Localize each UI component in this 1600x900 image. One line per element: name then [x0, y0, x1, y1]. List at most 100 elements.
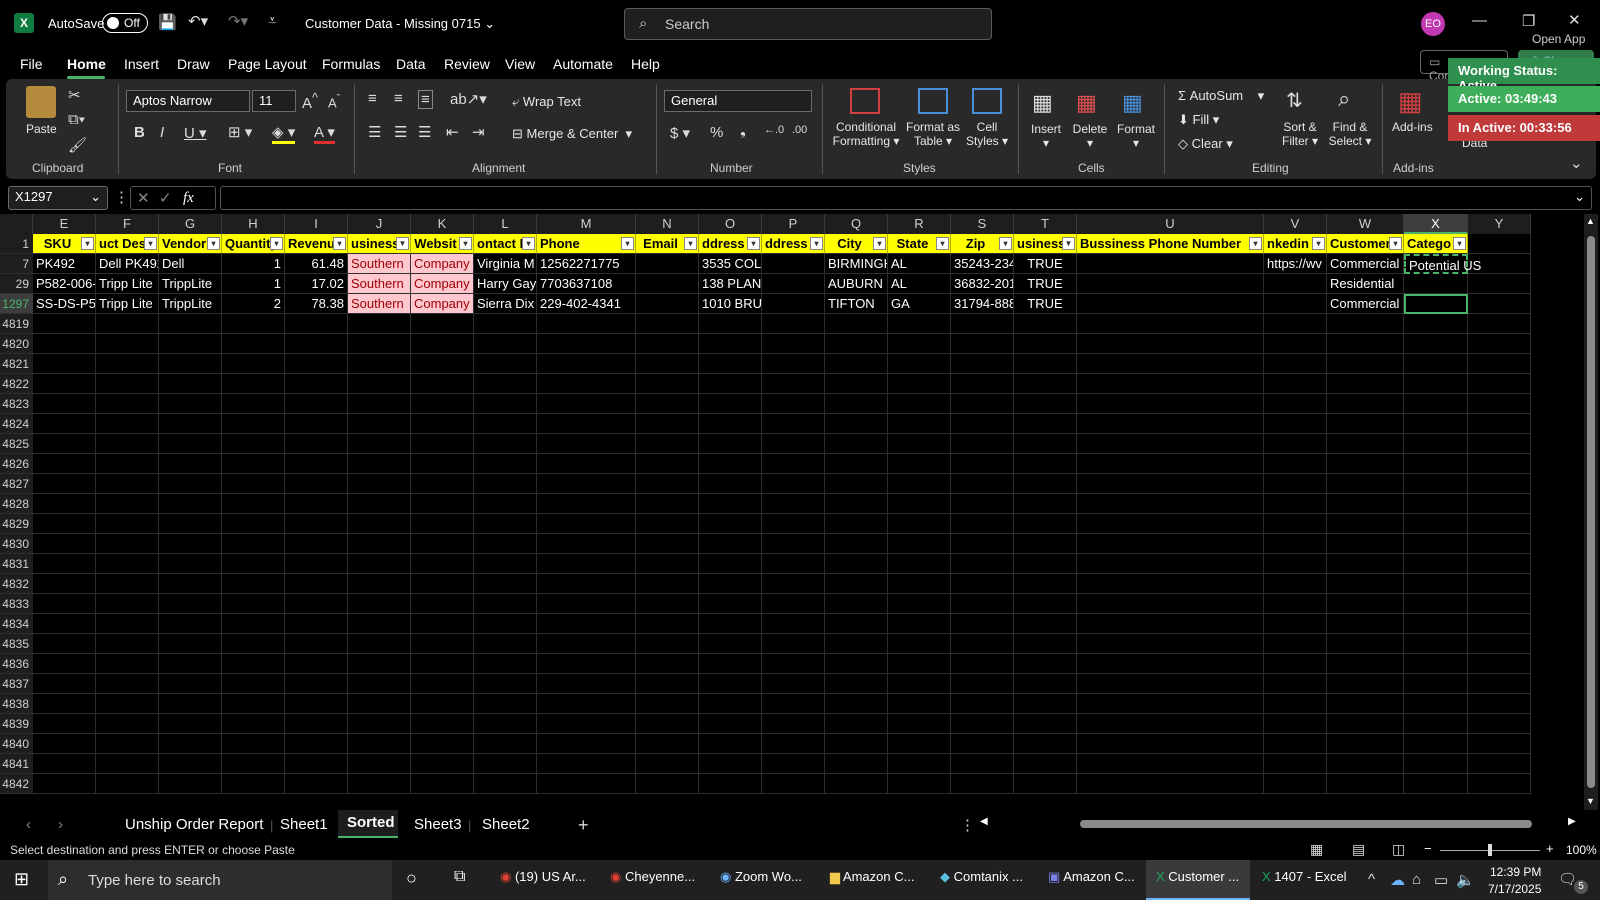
cell[interactable]	[1468, 674, 1531, 694]
cell[interactable]: Dell	[159, 254, 222, 274]
cell[interactable]	[1468, 574, 1531, 594]
cell[interactable]	[96, 554, 159, 574]
cell[interactable]: https://wv	[1264, 254, 1327, 274]
cell[interactable]	[1077, 454, 1264, 474]
cell[interactable]	[537, 694, 636, 714]
filter-dropdown-icon[interactable]: ▾	[1453, 237, 1466, 250]
cell[interactable]: Tripp Lite	[96, 274, 159, 294]
cell-styles-icon[interactable]	[972, 88, 1002, 114]
column-header-cell[interactable]: Bussiness Phone Number ▾	[1077, 234, 1264, 254]
cell[interactable]	[159, 414, 222, 434]
column-header-cell[interactable]: City ▾	[825, 234, 888, 254]
cell[interactable]	[825, 534, 888, 554]
row-header[interactable]: 4821	[0, 354, 33, 374]
column-header[interactable]: L	[474, 214, 537, 234]
cell[interactable]	[951, 414, 1014, 434]
volume-icon[interactable]: 🔈	[1456, 871, 1475, 889]
cell[interactable]	[159, 694, 222, 714]
taskbar-zoom[interactable]: ◉ Zoom Wo...	[720, 869, 802, 885]
cell[interactable]	[537, 554, 636, 574]
cell[interactable]	[1014, 314, 1077, 334]
cell[interactable]	[699, 654, 762, 674]
conditional-formatting-button[interactable]: Conditional Formatting ▾	[830, 120, 902, 148]
cell[interactable]	[762, 594, 825, 614]
cell[interactable]	[699, 774, 762, 794]
cell[interactable]	[1077, 574, 1264, 594]
cell[interactable]	[1077, 374, 1264, 394]
tab-sheet2[interactable]: Sheet2	[482, 816, 530, 833]
cell[interactable]	[33, 414, 96, 434]
cell[interactable]	[762, 494, 825, 514]
cell[interactable]	[348, 314, 411, 334]
taskbar-search[interactable]: ⌕ Type here to search	[48, 860, 392, 900]
cell[interactable]	[1327, 614, 1404, 634]
cell[interactable]	[636, 314, 699, 334]
cell[interactable]	[1468, 294, 1531, 314]
row-header[interactable]: 4841	[0, 754, 33, 774]
cell[interactable]	[951, 554, 1014, 574]
delete-cells-button[interactable]: Delete ▾	[1068, 122, 1112, 150]
cell[interactable]	[474, 674, 537, 694]
cell[interactable]	[348, 334, 411, 354]
cell[interactable]	[1327, 394, 1404, 414]
row-header[interactable]: 4825	[0, 434, 33, 454]
cell[interactable]	[1264, 734, 1327, 754]
zoom-level[interactable]: 100%	[1566, 843, 1597, 857]
align-top-icon[interactable]: ≡	[368, 90, 377, 107]
cell[interactable]	[636, 294, 699, 314]
cell[interactable]	[1404, 494, 1468, 514]
cell[interactable]	[96, 574, 159, 594]
cell[interactable]	[222, 694, 285, 714]
cell[interactable]	[1264, 574, 1327, 594]
cell[interactable]	[33, 354, 96, 374]
cancel-icon[interactable]: ✕	[137, 189, 150, 207]
cell[interactable]	[96, 714, 159, 734]
cell[interactable]	[825, 514, 888, 534]
cell[interactable]	[699, 514, 762, 534]
cell[interactable]	[951, 534, 1014, 554]
cell[interactable]	[285, 694, 348, 714]
cell[interactable]	[222, 534, 285, 554]
cell[interactable]	[1404, 354, 1468, 374]
cell[interactable]	[96, 534, 159, 554]
cell[interactable]: 3535 COLC	[699, 254, 762, 274]
cell[interactable]	[411, 434, 474, 454]
cell[interactable]	[636, 754, 699, 774]
cell[interactable]: Sierra Dix	[474, 294, 537, 314]
open-app-button[interactable]: Open App	[1532, 32, 1585, 46]
cell[interactable]	[474, 654, 537, 674]
menu-review[interactable]: Review	[444, 56, 490, 72]
cell[interactable]	[1404, 274, 1468, 294]
cell[interactable]	[411, 614, 474, 634]
filter-dropdown-icon[interactable]: ▾	[333, 237, 346, 250]
cell[interactable]	[825, 474, 888, 494]
cell[interactable]	[348, 574, 411, 594]
cell[interactable]	[699, 454, 762, 474]
cell[interactable]	[285, 734, 348, 754]
cell[interactable]	[411, 774, 474, 794]
cell[interactable]	[285, 394, 348, 414]
cell[interactable]	[888, 574, 951, 594]
column-header[interactable]: U	[1077, 214, 1264, 234]
cell[interactable]	[348, 654, 411, 674]
cell[interactable]	[222, 414, 285, 434]
row-header[interactable]: 4835	[0, 634, 33, 654]
cell[interactable]	[1077, 494, 1264, 514]
cell[interactable]: Commercial	[1327, 254, 1404, 274]
cell[interactable]	[411, 454, 474, 474]
filter-dropdown-icon[interactable]: ▾	[1249, 237, 1262, 250]
cell[interactable]: Tripp Lite	[96, 294, 159, 314]
cell[interactable]	[1264, 354, 1327, 374]
cell[interactable]	[537, 734, 636, 754]
cell[interactable]	[537, 614, 636, 634]
cell[interactable]	[951, 454, 1014, 474]
align-left-icon[interactable]: ☰	[368, 123, 381, 141]
row-header[interactable]: 4828	[0, 494, 33, 514]
cell[interactable]	[159, 314, 222, 334]
cell[interactable]: Southern	[348, 254, 411, 274]
cell[interactable]	[699, 714, 762, 734]
cell[interactable]	[1468, 314, 1531, 334]
cell[interactable]	[636, 714, 699, 734]
row-header[interactable]: 4822	[0, 374, 33, 394]
cell[interactable]	[474, 754, 537, 774]
